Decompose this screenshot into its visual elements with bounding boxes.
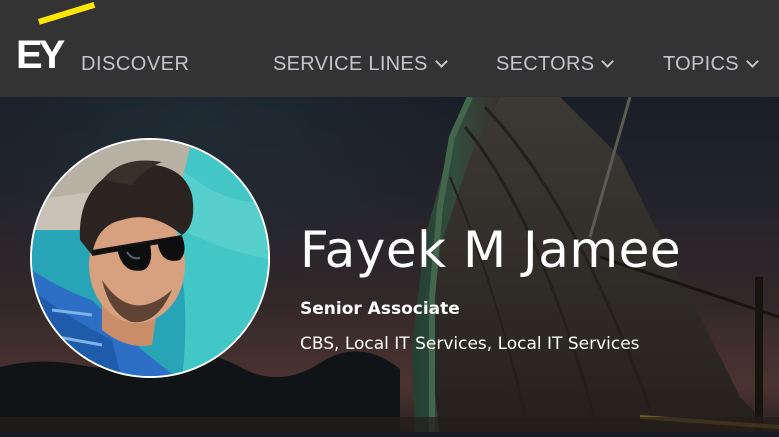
- nav-sectors-label: SECTORS: [496, 53, 595, 75]
- chevron-down-icon: [601, 55, 615, 68]
- hero-bottom-divider: [0, 432, 779, 437]
- nav-topics-label: TOPICS: [663, 53, 739, 75]
- nav-sectors[interactable]: SECTORS: [496, 53, 615, 76]
- ey-logo[interactable]: EY: [16, 2, 96, 77]
- chevron-down-icon: [434, 55, 448, 68]
- profile-photo: [32, 140, 268, 376]
- avatar[interactable]: [30, 138, 270, 378]
- profile-job-title: Senior Associate: [300, 299, 460, 319]
- nav-topics[interactable]: TOPICS: [663, 53, 759, 76]
- logo-beam-icon: [38, 2, 96, 25]
- top-navigation-bar: EY DISCOVER SERVICE LINES SECTORS TOPICS: [0, 0, 779, 97]
- chevron-down-icon: [746, 55, 759, 68]
- profile-name: Fayek M Jamee: [300, 221, 682, 279]
- nav-service-lines[interactable]: SERVICE LINES: [273, 53, 448, 76]
- profile-department: CBS, Local IT Services, Local IT Service…: [300, 334, 640, 354]
- site-brand-label[interactable]: DISCOVER: [81, 53, 189, 76]
- nav-service-lines-label: SERVICE LINES: [273, 53, 428, 75]
- logo-wordmark: EY: [16, 33, 65, 77]
